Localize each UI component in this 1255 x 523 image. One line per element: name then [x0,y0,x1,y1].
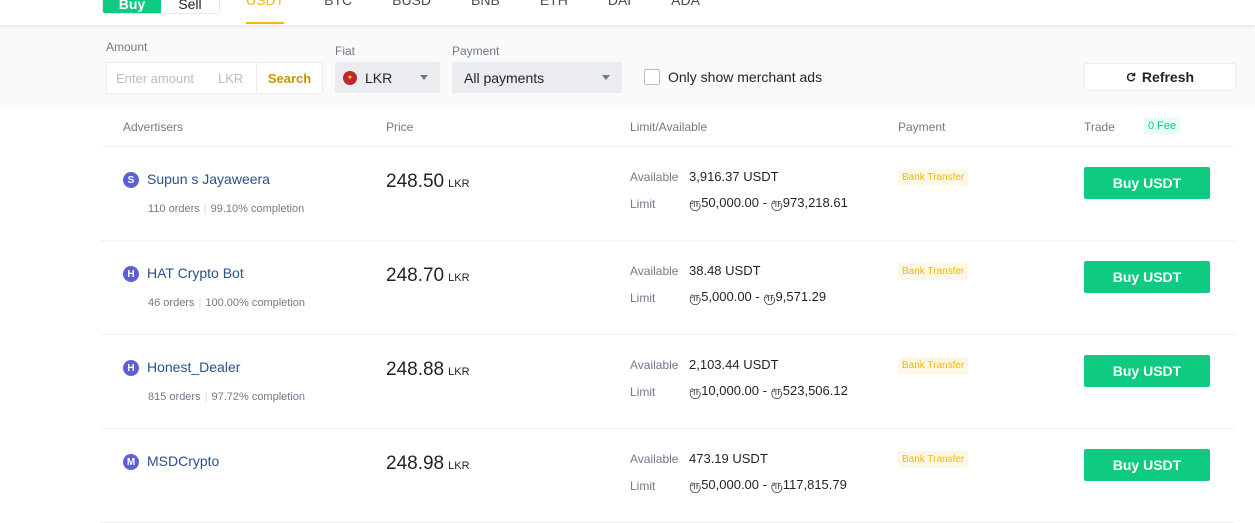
merchant-only-toggle[interactable]: Only show merchant ads [644,69,822,85]
price: 248.50 LKR [386,171,470,193]
refresh-label: Refresh [1141,69,1195,85]
payment-method-tag: Bank Transfer [898,169,969,186]
tab-ada[interactable]: ADA [671,0,700,20]
buy-usdt-button[interactable]: Buy USDT [1084,167,1210,199]
limit-label: Limit [630,291,656,305]
available-value: 2,103.44 USDT [689,357,779,372]
price: 248.98 LKR [386,453,470,475]
price-unit: LKR [448,366,470,378]
available-label: Available [630,452,679,466]
amount-input[interactable] [116,70,216,86]
amount-label: Amount [106,40,148,54]
buy-usdt-button[interactable]: Buy USDT [1084,355,1210,387]
tab-busd[interactable]: BUSD [392,0,431,20]
order-count: 46 orders [148,297,195,309]
top-bar: Buy Sell USDT BTC BUSD BNB ETH DAI ADA [0,0,1255,25]
advertiser-name[interactable]: HAT Crypto Bot [147,265,244,281]
payment-label: Payment [452,44,500,58]
price-value: 248.50 [386,171,445,192]
header-payment: Payment [898,120,946,134]
chevron-down-icon [420,75,428,80]
asset-tabs: USDT BTC BUSD BNB ETH DAI ADA [246,0,740,24]
price-unit: LKR [448,460,470,472]
amount-currency: LKR [218,70,244,86]
tab-usdt[interactable]: USDT [246,0,285,24]
available-value: 473.19 USDT [689,451,768,466]
completion-rate: 99.10% completion [210,203,305,215]
payment-method-tag: Bank Transfer [898,263,969,280]
tab-btc[interactable]: BTC [324,0,352,20]
tab-dai[interactable]: DAI [608,0,631,20]
fiat-label: Fiat [335,44,356,58]
chevron-down-icon [602,75,610,80]
sell-tab[interactable]: Sell [161,0,219,13]
limit-label: Limit [630,197,656,211]
tab-eth[interactable]: ETH [540,0,568,20]
header-price: Price [386,120,414,134]
table-row: S Supun s Jayaweera 110 orders | 99.10% co… [100,147,1235,241]
avatar: M [123,454,139,470]
price-value: 248.88 [386,359,445,380]
completion-rate: 100.00% completion [205,297,306,309]
zero-fee-badge: 0 Fee [1144,118,1181,134]
price: 248.70 LKR [386,265,470,287]
order-count: 110 orders [148,203,200,215]
table-row: H HAT Crypto Bot 46 orders | 100.00% compl… [100,241,1235,335]
buy-usdt-button[interactable]: Buy USDT [1084,261,1210,293]
available-value: 3,916.37 USDT [689,169,779,184]
limit-value: ரூ10,000.00 - ரூ523,506.12 [689,383,848,398]
avatar: H [123,360,139,376]
refresh-button[interactable]: Refresh [1084,63,1236,91]
available-value: 38.48 USDT [689,263,761,278]
available-label: Available [630,170,679,184]
limit-value: ரூ50,000.00 - ரூ973,218.61 [689,195,848,210]
avatar: H [123,266,139,282]
advertiser-name[interactable]: Supun s Jayaweera [147,171,270,187]
price-unit: LKR [448,178,470,190]
table-row: H Honest_Dealer 815 orders | 97.72% comple… [100,335,1235,429]
price-unit: LKR [448,272,470,284]
buy-usdt-button[interactable]: Buy USDT [1084,449,1210,481]
order-count: 815 orders [148,391,201,403]
payment-select[interactable]: All payments [452,62,622,93]
limit-label: Limit [630,479,656,493]
search-button[interactable]: Search [256,63,322,93]
amount-field: LKR Search [106,62,323,94]
buy-tab[interactable]: Buy [103,0,161,13]
buy-sell-toggle: Buy Sell [102,0,220,14]
table-row: M MSDCrypto 248.98 LKR Available 473.19 U… [100,429,1235,523]
header-advertisers: Advertisers [123,120,184,134]
payment-method-tag: Bank Transfer [898,357,969,374]
payment-value: All payments [464,69,545,86]
advertiser-stats: 46 orders | 100.00% completion [148,297,306,309]
advertiser-stats: 110 orders | 99.10% completion [148,203,305,215]
fiat-select[interactable]: ✦ LKR [335,62,440,93]
refresh-icon [1126,72,1136,82]
advertiser-stats: 815 orders | 97.72% completion [148,391,306,403]
filter-bar: Amount LKR Search Fiat ✦ LKR Payment All… [0,25,1255,107]
limit-value: ரூ50,000.00 - ரூ117,815.79 [689,477,847,492]
tab-bnb[interactable]: BNB [471,0,500,20]
price-value: 248.70 [386,265,445,286]
avatar: S [123,172,139,188]
lkr-flag-icon: ✦ [343,70,357,85]
table-header: Advertisers Price Limit/Available Paymen… [100,107,1235,147]
advertiser-name[interactable]: Honest_Dealer [147,359,240,375]
price-value: 248.98 [386,453,445,474]
available-label: Available [630,264,679,278]
merchant-only-label: Only show merchant ads [668,69,823,85]
price: 248.88 LKR [386,359,470,381]
payment-method-tag: Bank Transfer [898,451,969,468]
completion-rate: 97.72% completion [211,391,306,403]
merchant-only-checkbox[interactable] [644,69,660,85]
header-limit: Limit/Available [630,120,708,134]
limit-value: ரூ5,000.00 - ரூ9,571.29 [689,289,827,304]
limit-label: Limit [630,385,656,399]
available-label: Available [630,358,679,372]
header-trade: Trade [1084,120,1115,134]
fiat-value: LKR [365,69,393,86]
advertiser-name[interactable]: MSDCrypto [147,453,219,469]
